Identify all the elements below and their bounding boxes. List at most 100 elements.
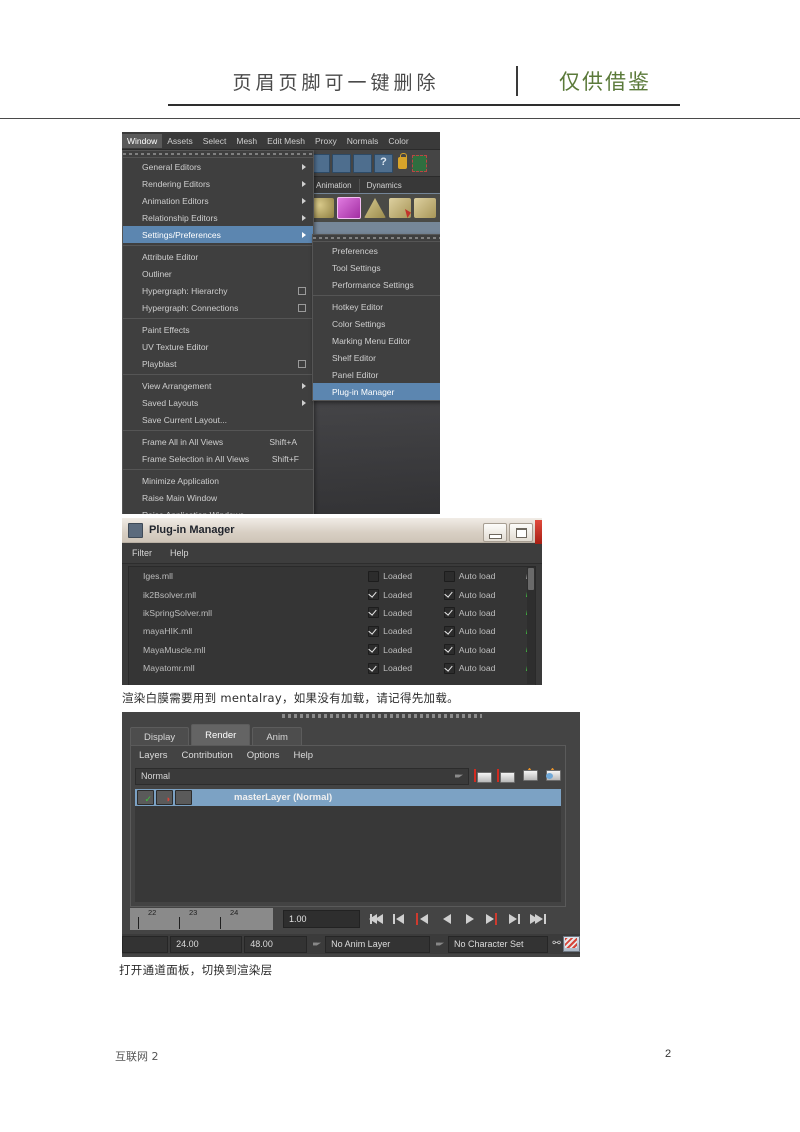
menu-help[interactable]: Help bbox=[170, 548, 189, 558]
menu-item-frame-all-in-all-views[interactable]: Frame All in All Views Shift+A bbox=[123, 433, 313, 450]
step-forward-keyframe-button[interactable] bbox=[508, 912, 524, 926]
auto-load-cell[interactable]: Auto load bbox=[443, 662, 520, 674]
plugin-row[interactable]: ik2Bsolver.mll Loaded Auto load i bbox=[129, 585, 535, 603]
menu-item-animation-editors[interactable]: Animation Editors bbox=[123, 192, 313, 209]
go-to-start-button[interactable] bbox=[369, 912, 386, 926]
auto-load-cell[interactable]: Auto load bbox=[443, 625, 520, 637]
menubar-item-proxy[interactable]: Proxy bbox=[310, 134, 342, 148]
maya-menu-bar[interactable]: Window Assets Select Mesh Edit Mesh Prox… bbox=[122, 132, 440, 150]
renderable-toggle-icon[interactable]: ✓ bbox=[137, 790, 154, 805]
menubar-item-window[interactable]: Window bbox=[122, 133, 163, 148]
play-backwards-button[interactable] bbox=[439, 912, 455, 926]
maya-toolbar-row[interactable]: ? bbox=[308, 150, 440, 177]
menu-item-settings-preferences[interactable]: Settings/Preferences bbox=[123, 226, 313, 243]
loaded-cell[interactable]: Loaded bbox=[368, 625, 444, 637]
submenu-item-plug-in-manager[interactable]: Plug-in Manager bbox=[313, 383, 440, 400]
menu-item-view-arrangement[interactable]: View Arrangement bbox=[123, 377, 313, 394]
menubar-item-assets[interactable]: Assets bbox=[162, 134, 198, 148]
layer-attributes-icon[interactable] bbox=[175, 790, 192, 805]
menu-tear-off-handle[interactable] bbox=[123, 151, 313, 158]
anim-layer-field[interactable]: No Anim Layer bbox=[325, 935, 430, 953]
shelf-extra-icon[interactable] bbox=[414, 198, 436, 218]
menu-layers[interactable]: Layers bbox=[139, 750, 168, 761]
playback-controls[interactable] bbox=[369, 912, 547, 926]
menu-item-rendering-editors[interactable]: Rendering Editors bbox=[123, 175, 313, 192]
menu-filter[interactable]: Filter bbox=[132, 548, 152, 558]
menubar-item-color[interactable]: Color bbox=[383, 134, 413, 148]
shelf-tab-strip[interactable]: Animation Dynamics bbox=[308, 177, 440, 193]
snap-points-icon[interactable] bbox=[332, 153, 351, 173]
auto-load-checkbox[interactable] bbox=[443, 589, 455, 601]
auto-load-checkbox[interactable] bbox=[443, 644, 455, 656]
submenu-item-panel-editor[interactable]: Panel Editor bbox=[313, 366, 440, 383]
menubar-item-normals[interactable]: Normals bbox=[342, 134, 384, 148]
shelf-sphere-icon[interactable] bbox=[312, 198, 334, 218]
submenu-item-color-settings[interactable]: Color Settings bbox=[313, 315, 440, 332]
character-set-field[interactable]: No Character Set bbox=[447, 935, 549, 953]
auto-load-cell[interactable]: Auto load bbox=[443, 644, 520, 656]
plugin-list-scrollbar[interactable] bbox=[527, 567, 535, 684]
preset-dropdown[interactable]: Normal bbox=[135, 767, 469, 785]
shelf-cone-icon[interactable] bbox=[364, 198, 386, 218]
channel-box-tab-strip[interactable]: Display Render Anim bbox=[130, 724, 304, 746]
go-to-end-button[interactable] bbox=[530, 912, 547, 926]
shelf-plane-icon[interactable] bbox=[389, 198, 411, 218]
menu-item-raise-application-windows[interactable]: Raise Application Windows bbox=[123, 506, 313, 515]
render-layer-menu-bar[interactable]: Layers Contribution Options Help bbox=[131, 746, 565, 765]
lock-icon[interactable] bbox=[398, 153, 407, 169]
menu-item-attribute-editor[interactable]: Attribute Editor bbox=[123, 248, 313, 265]
shelf-tab-dynamics[interactable]: Dynamics bbox=[358, 178, 409, 192]
help-icon[interactable]: ? bbox=[374, 153, 393, 173]
auto-load-checkbox[interactable] bbox=[443, 570, 455, 582]
plugin-list[interactable]: Iges.mll Loaded Auto load i ik2Bsolver.m… bbox=[128, 566, 536, 685]
render-region-icon[interactable] bbox=[412, 154, 427, 172]
option-box-icon[interactable] bbox=[298, 360, 306, 368]
minimize-button[interactable] bbox=[483, 522, 507, 542]
menu-item-playblast[interactable]: Playblast bbox=[123, 355, 313, 372]
plugin-row[interactable]: Iges.mll Loaded Auto load i bbox=[129, 567, 535, 585]
create-layer-from-selected-button[interactable] bbox=[542, 767, 561, 785]
menu-item-frame-selection-in-all-views[interactable]: Frame Selection in All Views Shift+F bbox=[123, 450, 313, 467]
auto-load-cell[interactable]: Auto load bbox=[443, 607, 520, 619]
auto-keyframe-icon[interactable]: ⚯ bbox=[550, 938, 563, 950]
menu-item-relationship-editors[interactable]: Relationship Editors bbox=[123, 209, 313, 226]
range-end-field[interactable]: 48.00 bbox=[244, 935, 308, 953]
menu-item-paint-effects[interactable]: Paint Effects bbox=[123, 321, 313, 338]
step-back-frame-button[interactable] bbox=[416, 912, 432, 926]
plugin-row[interactable]: mayaHIK.mll Loaded Auto load i bbox=[129, 622, 535, 640]
menu-item-hypergraph-connections[interactable]: Hypergraph: Connections bbox=[123, 299, 313, 316]
menu-item-saved-layouts[interactable]: Saved Layouts bbox=[123, 394, 313, 411]
menu-item-hypergraph-hierarchy[interactable]: Hypergraph: Hierarchy bbox=[123, 282, 313, 299]
loaded-cell[interactable]: Loaded bbox=[368, 644, 444, 656]
shelf-button-row[interactable] bbox=[308, 194, 440, 222]
settings-preferences-submenu[interactable]: Preferences Tool Settings Performance Se… bbox=[312, 234, 440, 401]
current-frame-field[interactable]: 1.00 bbox=[283, 910, 360, 928]
menubar-item-mesh[interactable]: Mesh bbox=[231, 134, 262, 148]
render-settings-icon[interactable]: ◗ bbox=[156, 790, 173, 805]
menu-options[interactable]: Options bbox=[247, 750, 280, 761]
menu-item-general-editors[interactable]: General Editors bbox=[123, 158, 313, 175]
create-new-layer-button[interactable] bbox=[519, 767, 538, 785]
menu-item-save-current-layout[interactable]: Save Current Layout... bbox=[123, 411, 313, 428]
chevron-down-icon[interactable] bbox=[435, 942, 444, 946]
menu-help[interactable]: Help bbox=[294, 750, 314, 761]
snap-view-plane-icon[interactable] bbox=[353, 153, 372, 173]
loaded-cell[interactable]: Loaded bbox=[368, 589, 444, 601]
submenu-tear-off-handle[interactable] bbox=[313, 235, 440, 242]
menu-item-minimize-application[interactable]: Minimize Application bbox=[123, 472, 313, 489]
loaded-checkbox[interactable] bbox=[368, 662, 380, 674]
menu-item-uv-texture-editor[interactable]: UV Texture Editor bbox=[123, 338, 313, 355]
render-layer-row[interactable]: ✓ ◗ masterLayer (Normal) bbox=[135, 789, 561, 806]
shelf-cube-icon[interactable] bbox=[337, 197, 361, 219]
auto-load-checkbox[interactable] bbox=[443, 625, 455, 637]
maximize-button[interactable] bbox=[509, 522, 533, 542]
loaded-cell[interactable]: Loaded bbox=[368, 570, 444, 582]
range-start-field[interactable]: 24.00 bbox=[170, 935, 243, 953]
loaded-checkbox[interactable] bbox=[368, 607, 380, 619]
move-layer-up-button[interactable] bbox=[473, 768, 492, 785]
option-box-icon[interactable] bbox=[298, 287, 306, 295]
auto-load-checkbox[interactable] bbox=[443, 607, 455, 619]
loaded-cell[interactable]: Loaded bbox=[368, 662, 444, 674]
tab-anim[interactable]: Anim bbox=[252, 727, 302, 746]
plugin-row[interactable]: ikSpringSolver.mll Loaded Auto load i bbox=[129, 604, 535, 622]
